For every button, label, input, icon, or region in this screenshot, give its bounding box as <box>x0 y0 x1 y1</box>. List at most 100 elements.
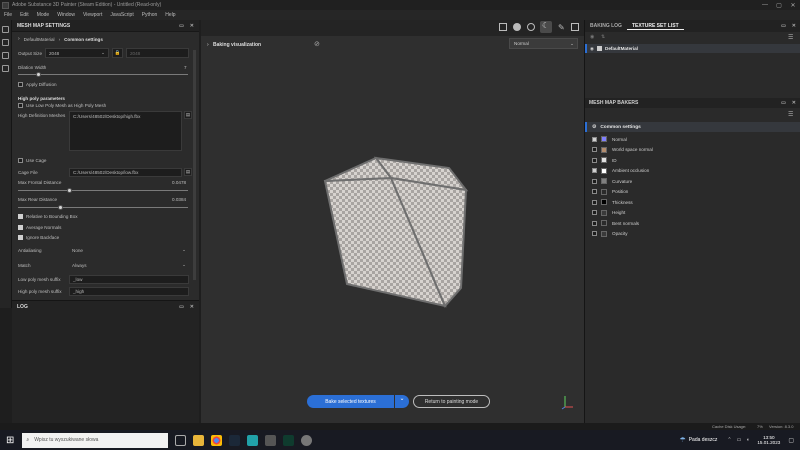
ignore-backface-checkbox[interactable] <box>18 235 23 240</box>
file-explorer-icon[interactable] <box>193 434 205 446</box>
menu-mode[interactable]: Mode <box>37 12 50 18</box>
baker-item[interactable]: World space normal <box>585 145 800 155</box>
network-icon[interactable]: ▭ <box>737 437 742 443</box>
max-rear-slider-handle[interactable] <box>58 205 63 210</box>
bake-selected-button[interactable]: Bake selected textures <box>307 395 394 408</box>
frame-icon[interactable] <box>499 23 507 31</box>
float-panel-icon[interactable]: ▭ <box>781 100 786 106</box>
menu-icon[interactable]: ☰ <box>788 111 793 118</box>
texture-set-item[interactable]: ◉ DefaultMaterial <box>585 44 800 53</box>
menu-python[interactable]: Python <box>142 12 158 18</box>
baker-item[interactable]: Bent normals <box>585 218 800 228</box>
return-painting-button[interactable]: Return to painting mode <box>413 395 490 408</box>
sort-icon[interactable]: ⇅ <box>601 34 605 40</box>
baker-checkbox[interactable] <box>592 210 597 215</box>
cage-file-field[interactable]: C:/Users/48502/Desktop/low.fbx <box>69 168 182 177</box>
eye-icon[interactable]: ◉ <box>590 34 594 40</box>
minimize-button[interactable]: — <box>758 2 772 9</box>
menu-window[interactable]: Window <box>57 12 75 18</box>
scrollbar[interactable] <box>193 50 196 280</box>
float-panel-icon[interactable]: ▭ <box>179 23 184 29</box>
environment-icon[interactable] <box>527 23 535 31</box>
files-icon[interactable] <box>265 434 277 446</box>
close-panel-icon[interactable]: ✕ <box>792 100 796 106</box>
properties-tool-icon[interactable] <box>2 52 9 59</box>
baker-checkbox[interactable] <box>592 168 597 173</box>
volume-icon[interactable]: ◖ <box>746 437 749 443</box>
baker-checkbox[interactable] <box>592 189 597 194</box>
obs-icon[interactable] <box>301 434 313 446</box>
max-frontal-slider-handle[interactable] <box>66 188 72 193</box>
task-view-icon[interactable] <box>175 434 187 446</box>
menu-edit[interactable]: Edit <box>20 12 29 18</box>
baker-checkbox[interactable] <box>592 178 597 184</box>
tab-texture-set-list[interactable]: TEXTURE SET LIST <box>626 23 684 30</box>
baker-item[interactable]: Thickness <box>585 197 800 207</box>
close-button[interactable]: ✕ <box>786 2 800 9</box>
dilation-width-slider[interactable] <box>18 74 188 75</box>
menu-file[interactable]: File <box>4 12 12 18</box>
baker-item[interactable]: Position <box>585 187 800 197</box>
browse-cage-button[interactable]: ▤ <box>184 168 192 176</box>
steam-icon[interactable] <box>229 434 241 446</box>
high-suffix-field[interactable]: _high <box>69 287 189 296</box>
bake-tool-icon[interactable] <box>2 26 9 33</box>
menu-javascript[interactable]: JavaScript <box>110 12 133 18</box>
baker-checkbox[interactable] <box>592 136 597 142</box>
float-panel-icon[interactable]: ▭ <box>781 23 786 29</box>
menu-icon[interactable]: ☰ <box>788 34 793 41</box>
dilation-width-slider-handle[interactable] <box>35 72 41 77</box>
lock-button[interactable]: 🔒 <box>112 48 123 58</box>
visibility-off-icon[interactable]: ⊘ <box>314 40 320 48</box>
high-def-meshes-list[interactable]: C:/Users/48502/Desktop/high.fbx <box>69 111 182 151</box>
viewport[interactable]: › Baking visualization ⊘ Normal ⌄ Bake s… <box>201 36 584 423</box>
low-suffix-field[interactable]: _low <box>69 275 189 284</box>
chrome-icon[interactable] <box>211 434 223 446</box>
eye-icon[interactable]: ◉ <box>590 46 594 52</box>
baker-item[interactable]: Normal <box>585 134 800 144</box>
close-panel-icon[interactable]: ✕ <box>190 23 194 29</box>
brush-icon[interactable]: ✎ <box>558 23 565 32</box>
max-frontal-slider[interactable] <box>18 190 188 191</box>
windows-start-icon[interactable]: ⊞ <box>6 435 14 446</box>
float-panel-icon[interactable]: ▭ <box>179 304 184 310</box>
relative-bbox-checkbox[interactable] <box>18 214 23 219</box>
use-low-as-high-checkbox[interactable] <box>18 103 23 108</box>
image-icon[interactable] <box>571 23 579 31</box>
output-size-select[interactable]: 2048 ⌄ <box>45 48 109 58</box>
channel-select[interactable]: Normal ⌄ <box>509 38 578 49</box>
camera-icon[interactable] <box>513 23 521 31</box>
baker-item[interactable]: ID <box>585 155 800 165</box>
baker-item[interactable]: Ambient occlusion <box>585 166 800 176</box>
bake-options-button[interactable]: ⌄ <box>395 395 409 408</box>
use-cage-checkbox[interactable] <box>18 158 23 163</box>
app-icon[interactable] <box>247 434 259 446</box>
baker-checkbox[interactable] <box>592 199 597 205</box>
apply-diffusion-checkbox[interactable] <box>18 82 23 87</box>
baker-checkbox[interactable] <box>592 231 597 236</box>
match-select[interactable]: Always ⌄ <box>69 260 189 270</box>
clock[interactable]: 13:50 15.01.2023 <box>757 435 780 445</box>
baker-item[interactable]: Opacity <box>585 229 800 239</box>
average-normals-checkbox[interactable] <box>18 225 23 230</box>
search-input[interactable]: ⌕ Wpisz tu wyszukiwane słowa <box>22 432 169 448</box>
bake-mode-button[interactable]: ☾ <box>540 21 552 33</box>
layers-tool-icon[interactable] <box>2 39 9 46</box>
browse-file-button[interactable]: ▤ <box>184 111 192 119</box>
baker-checkbox[interactable] <box>592 220 597 226</box>
max-rear-slider[interactable] <box>18 207 188 208</box>
tray-chevron-icon[interactable]: ⌃ <box>727 437 731 443</box>
substance-painter-icon[interactable] <box>283 434 295 446</box>
maximize-button[interactable]: ▢ <box>772 2 786 9</box>
baker-checkbox[interactable] <box>592 147 597 152</box>
menu-help[interactable]: Help <box>165 12 175 18</box>
tab-baking-log[interactable]: BAKING LOG <box>585 23 627 29</box>
menu-viewport[interactable]: Viewport <box>83 12 102 18</box>
close-panel-icon[interactable]: ✕ <box>190 304 194 310</box>
baker-checkbox[interactable] <box>592 157 597 163</box>
document-tool-icon[interactable] <box>2 65 9 72</box>
common-settings-item[interactable]: ⚙ Common settings <box>585 122 800 132</box>
close-panel-icon[interactable]: ✕ <box>792 23 796 29</box>
antialiasing-select[interactable]: None ⌄ <box>69 245 189 255</box>
baker-item[interactable]: Height <box>585 208 800 218</box>
